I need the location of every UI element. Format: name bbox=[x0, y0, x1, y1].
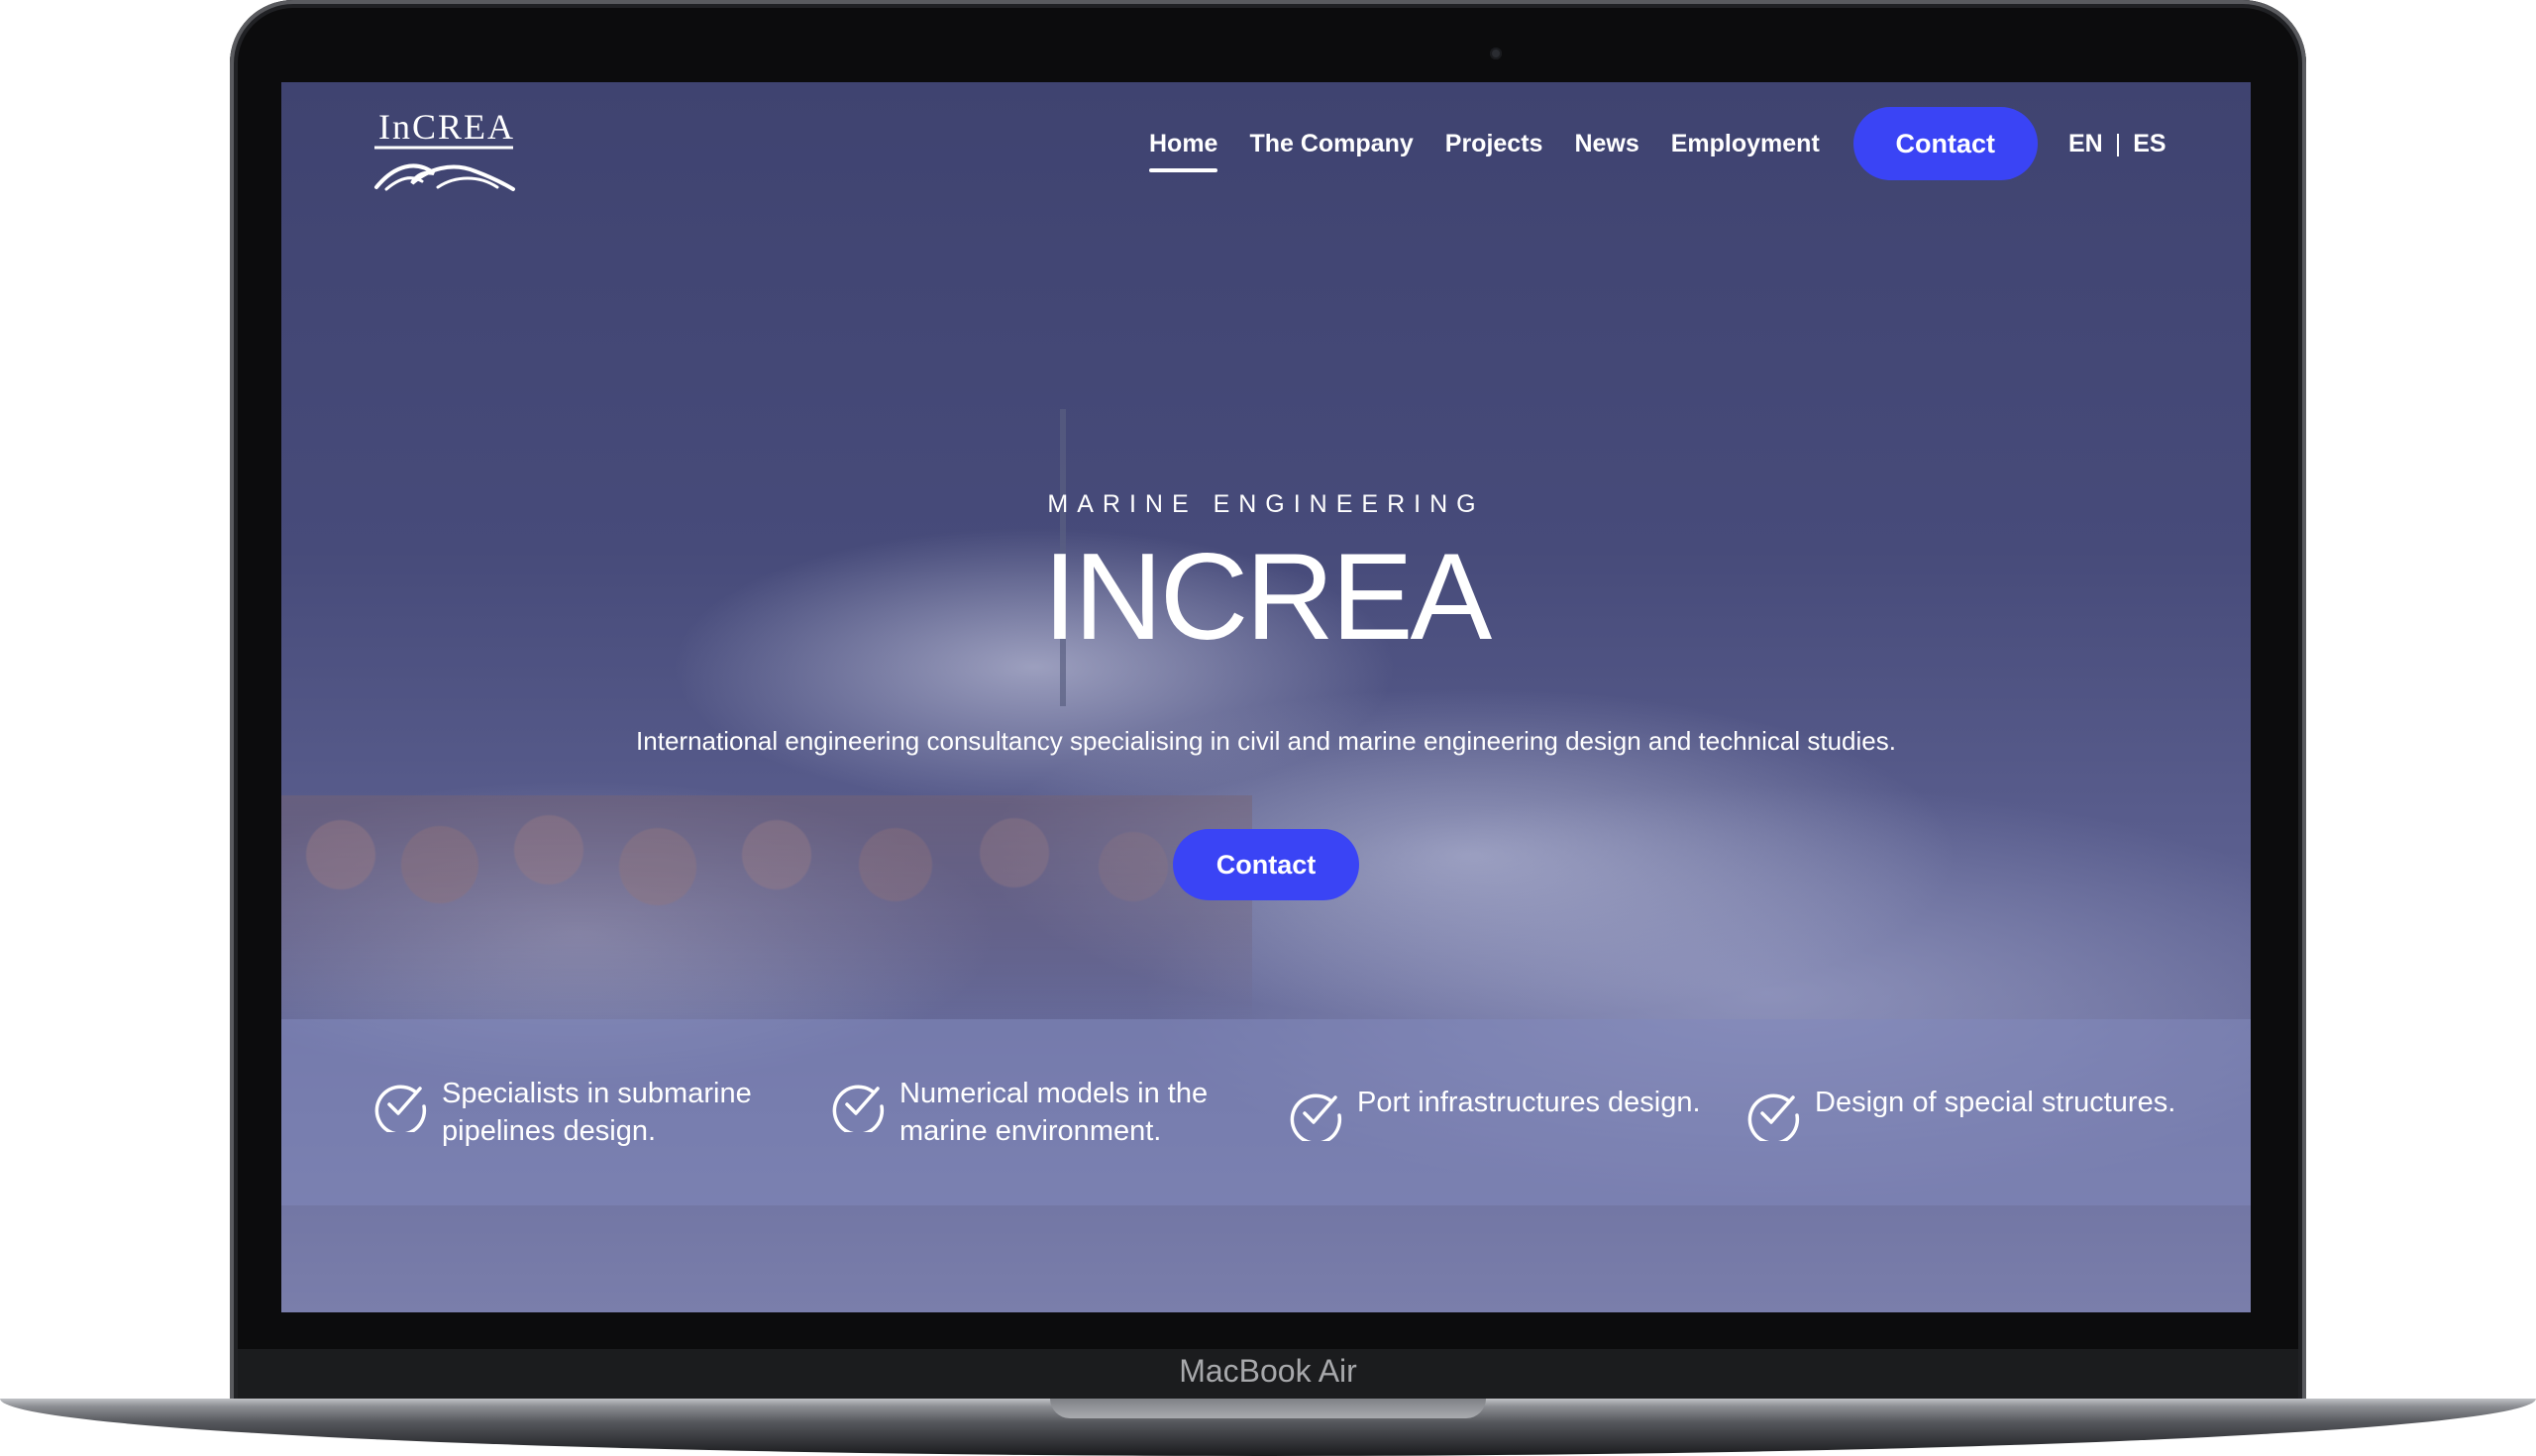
feature-text: Specialists in submarine pipelines desig… bbox=[442, 1078, 752, 1147]
lang-es-link[interactable]: ES bbox=[2133, 130, 2166, 158]
language-switcher: EN | ES bbox=[2068, 130, 2166, 158]
feature-item: Port infrastructures design. bbox=[1288, 1084, 1745, 1141]
feature-text: Port infrastructures design. bbox=[1357, 1087, 1701, 1118]
feature-text: Numerical models in the marine environme… bbox=[899, 1078, 1209, 1147]
laptop-hinge-notch bbox=[1050, 1399, 1486, 1418]
feature-item: Numerical models in the marine environme… bbox=[830, 1075, 1288, 1150]
feature-item: Design of special structures. bbox=[1745, 1084, 2203, 1141]
check-circle-icon bbox=[832, 1085, 885, 1132]
nav-news[interactable]: News bbox=[1574, 130, 1638, 158]
feature-text: Design of special structures. bbox=[1815, 1087, 2176, 1118]
main-nav: Home The Company Projects News Employmen… bbox=[1149, 106, 2038, 181]
website-screen: InCREA Home The Company Projects News Em… bbox=[281, 82, 2251, 1312]
laptop-model-label: MacBook Air bbox=[1179, 1353, 1357, 1389]
nav-the-company[interactable]: The Company bbox=[1249, 130, 1413, 158]
logo-wordmark: InCREA bbox=[378, 107, 515, 147]
site-header: InCREA Home The Company Projects News Em… bbox=[281, 82, 2251, 211]
check-circle-icon bbox=[1290, 1093, 1342, 1141]
nav-home[interactable]: Home bbox=[1149, 130, 1218, 172]
feature-item: Specialists in submarine pipelines desig… bbox=[372, 1075, 830, 1150]
increa-logo[interactable]: InCREA bbox=[372, 98, 517, 193]
hero-subtitle: International engineering consultancy sp… bbox=[636, 726, 1896, 756]
hero-eyebrow: MARINE ENGINEERING bbox=[1047, 490, 1485, 518]
features-strip: Specialists in submarine pipelines desig… bbox=[281, 1019, 2251, 1205]
check-circle-icon bbox=[374, 1085, 427, 1132]
camera-dot bbox=[1490, 48, 1502, 59]
wave-logo-icon bbox=[374, 146, 515, 191]
nav-employment[interactable]: Employment bbox=[1671, 130, 1820, 158]
lang-en-link[interactable]: EN bbox=[2068, 130, 2103, 158]
hero-title: INCREA bbox=[1042, 529, 1493, 666]
breakwater-rocks bbox=[281, 795, 1252, 1023]
header-contact-button[interactable]: Contact bbox=[1852, 107, 2038, 180]
lang-separator: | bbox=[2114, 130, 2122, 157]
check-circle-icon bbox=[1747, 1093, 1800, 1141]
hero-contact-button[interactable]: Contact bbox=[1173, 829, 1359, 900]
nav-projects[interactable]: Projects bbox=[1445, 130, 1543, 158]
